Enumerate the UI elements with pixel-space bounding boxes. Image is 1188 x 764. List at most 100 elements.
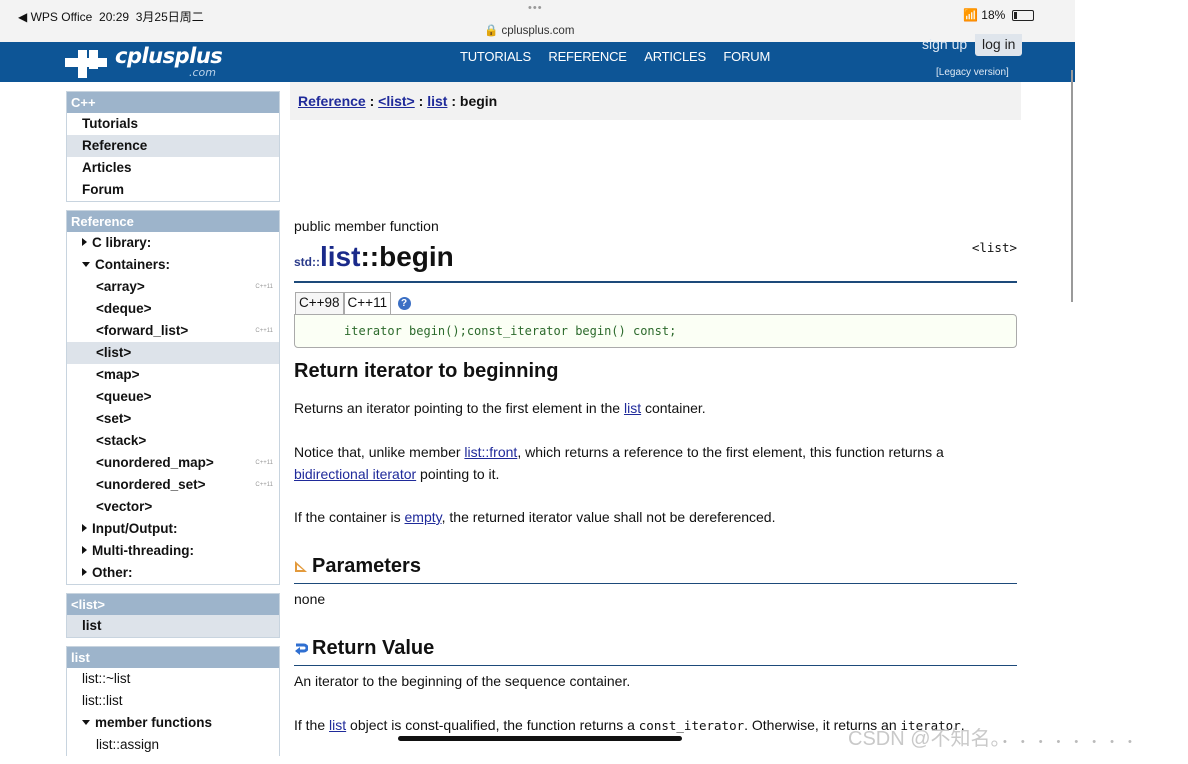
logo-suffix: .com <box>189 66 216 79</box>
scrollbar[interactable] <box>1071 70 1073 302</box>
sidebar-item-articles[interactable]: Articles <box>67 157 279 179</box>
top-nav: TUTORIALS REFERENCE ARTICLES FORUM <box>460 48 783 66</box>
nav-articles[interactable]: ARTICLES <box>644 49 706 64</box>
sidebar-item-label: <deque> <box>96 301 152 316</box>
sidebar-item-forum[interactable]: Forum <box>67 179 279 201</box>
expand-arrow-icon <box>82 238 87 246</box>
prototype-code: iterator begin();const_iterator begin() … <box>344 324 677 338</box>
home-indicator[interactable] <box>398 736 682 741</box>
link-bidirectional-iterator[interactable]: bidirectional iterator <box>294 466 416 482</box>
status-left[interactable]: ◀ WPS Office 20:29 3月25日周二 <box>18 8 204 25</box>
sidebar-item-label: <vector> <box>96 499 153 514</box>
sidebar-item-unordered-set[interactable]: <unordered_set> C++11 <box>67 474 279 496</box>
section-heading-text: Return Value <box>312 637 435 659</box>
sidebar-item-label: <list> <box>96 345 132 360</box>
reference-head: Reference <box>67 211 279 232</box>
sidebar-item-deque[interactable]: <deque> <box>67 298 279 320</box>
log-in-button[interactable]: log in <box>975 34 1023 56</box>
breadcrumb-reference[interactable]: Reference <box>298 93 366 109</box>
link-list[interactable]: list <box>329 717 346 733</box>
title-namespace: std:: <box>294 255 320 269</box>
battery-percent: 18% <box>981 8 1006 22</box>
link-list-front[interactable]: list::front <box>464 444 517 460</box>
status-right: 📶 18% <box>963 8 1034 22</box>
legacy-version-link[interactable]: [Legacy version] <box>936 67 1009 78</box>
url-bar[interactable]: 🔒 cplusplus.com <box>484 23 574 37</box>
title-member: ::begin <box>360 241 454 272</box>
sidebar-item-label: C library: <box>92 235 152 250</box>
sidebar-item-map[interactable]: <map> <box>67 364 279 386</box>
return-value-text: An iterator to the beginning of the sequ… <box>294 673 631 689</box>
list-members-box: list list::~list list::list member funct… <box>66 646 280 756</box>
tab-cpp11[interactable]: C++11 <box>343 292 392 315</box>
expand-arrow-icon <box>82 524 87 532</box>
sidebar-item-label: <set> <box>96 411 132 426</box>
link-list[interactable]: list <box>624 400 641 416</box>
multitask-dots[interactable]: ••• <box>528 2 543 14</box>
sidebar-item-label: <stack> <box>96 433 147 448</box>
breadcrumb-sep: : <box>447 93 460 109</box>
sidebar-item-array[interactable]: <array> C++11 <box>67 276 279 298</box>
sidebar-item-list-class[interactable]: list <box>67 615 279 637</box>
version-tabs: C++98 C++11 ? <box>295 292 411 315</box>
text: Returns an iterator pointing to the firs… <box>294 400 624 416</box>
back-to-app[interactable]: ◀ WPS Office <box>18 10 92 24</box>
ios-status-bar: ◀ WPS Office 20:29 3月25日周二 ••• 🔒 cpluspl… <box>0 0 1075 42</box>
sidebar-item-member-functions[interactable]: member functions <box>67 712 279 734</box>
sidebar-item-vector[interactable]: <vector> <box>67 496 279 518</box>
nav-reference[interactable]: REFERENCE <box>548 49 627 64</box>
text: , which returns a reference to the first… <box>517 444 944 460</box>
collapse-arrow-icon <box>82 262 90 267</box>
url-text: cplusplus.com <box>501 25 575 37</box>
section-heading-description: Return iterator to beginning <box>294 360 559 382</box>
sidebar-item-assign[interactable]: list::assign <box>67 734 279 756</box>
reference-box: Reference C library: Containers: <array>… <box>66 210 280 585</box>
sidebar-item-unordered-map[interactable]: <unordered_map> C++11 <box>67 452 279 474</box>
sidebar-item-label: <forward_list> <box>96 323 189 338</box>
help-icon[interactable]: ? <box>397 297 411 310</box>
page-dots: •••••••• <box>1003 736 1146 748</box>
sidebar-item-constructor[interactable]: list::list <box>67 690 279 712</box>
list-header-box: <list> list <box>66 593 280 638</box>
breadcrumb-current: begin <box>459 93 498 109</box>
collapse-arrow-icon <box>82 720 90 725</box>
sidebar-item-other[interactable]: Other: <box>67 562 279 584</box>
text: , the returned iterator value shall not … <box>441 509 776 525</box>
section-heading-return-value: Return Value <box>294 637 434 660</box>
sidebar-item-reference[interactable]: Reference <box>67 135 279 157</box>
section-divider <box>294 665 1017 666</box>
sidebar-item-tutorials[interactable]: Tutorials <box>67 113 279 135</box>
sidebar-item-containers[interactable]: Containers: <box>67 254 279 276</box>
status-date: 3月25日周二 <box>135 10 204 24</box>
link-empty[interactable]: empty <box>405 509 442 525</box>
breadcrumb-list-header[interactable]: <list> <box>378 93 415 109</box>
paragraph-3: If the container is empty, the returned … <box>294 506 1014 528</box>
sidebar-item-io[interactable]: Input/Output: <box>67 518 279 540</box>
title-class: list <box>320 241 361 272</box>
header-tag: <list> <box>971 240 1017 255</box>
sign-up-link[interactable]: sign up <box>922 36 967 52</box>
cpp11-badge: C++11 <box>255 284 273 290</box>
breadcrumb-list[interactable]: list <box>427 93 447 109</box>
sidebar-item-stack[interactable]: <stack> <box>67 430 279 452</box>
expand-arrow-icon <box>82 568 87 576</box>
sidebar-item-c-library[interactable]: C library: <box>67 232 279 254</box>
sidebar-item-multithreading[interactable]: Multi-threading: <box>67 540 279 562</box>
breadcrumb-sep: : <box>414 93 428 109</box>
cpp-head: C++ <box>67 92 279 113</box>
sidebar-item-list[interactable]: <list> <box>67 342 279 364</box>
logo-mark-icon <box>65 50 107 78</box>
sidebar-item-label: Multi-threading: <box>92 543 194 558</box>
sidebar-item-label: <unordered_map> <box>96 455 214 470</box>
section-heading-text: Parameters <box>312 555 421 577</box>
nav-tutorials[interactable]: TUTORIALS <box>460 49 531 64</box>
parameters-icon <box>295 561 307 572</box>
sidebar-item-destructor[interactable]: list::~list <box>67 668 279 690</box>
tab-cpp98[interactable]: C++98 <box>295 292 344 315</box>
member-kind: public member function <box>294 218 439 234</box>
paragraph-2: Notice that, unlike member list::front, … <box>294 441 1014 485</box>
sidebar-item-set[interactable]: <set> <box>67 408 279 430</box>
sidebar-item-forward-list[interactable]: <forward_list> C++11 <box>67 320 279 342</box>
nav-forum[interactable]: FORUM <box>723 49 770 64</box>
sidebar-item-queue[interactable]: <queue> <box>67 386 279 408</box>
